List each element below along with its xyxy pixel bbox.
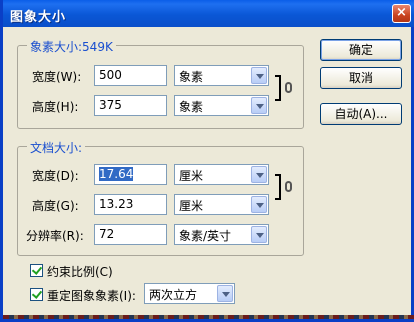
dropdown-arrow-icon bbox=[251, 97, 267, 114]
pixel-width-unit: 象素 bbox=[179, 70, 204, 84]
close-icon[interactable]: × bbox=[392, 4, 411, 23]
image-size-dialog: 图象大小 × 象素大小:549K 宽度(W): 500 象素 高度(H): 37… bbox=[0, 0, 414, 322]
resample-image-checkbox[interactable] bbox=[30, 288, 43, 301]
dropdown-arrow-icon bbox=[251, 226, 267, 243]
doc-width-unit: 厘米 bbox=[179, 169, 204, 183]
resolution-label: 分辨率(R): bbox=[26, 229, 84, 243]
pixel-width-input[interactable]: 500 bbox=[94, 65, 167, 86]
link-chain-icon bbox=[285, 82, 292, 93]
doc-width-value: 17.64 bbox=[99, 167, 134, 181]
link-chain-icon bbox=[285, 181, 292, 192]
doc-width-input[interactable]: 17.64 bbox=[94, 164, 167, 185]
doc-height-value: 13.23 bbox=[99, 197, 134, 211]
resolution-unit-select[interactable]: 象素/英寸 bbox=[174, 224, 269, 245]
resolution-input[interactable]: 72 bbox=[94, 224, 167, 245]
doc-height-unit: 厘米 bbox=[179, 199, 204, 213]
resample-image-label[interactable]: 重定图象象素(I): bbox=[47, 287, 136, 304]
doc-constrain-bracket bbox=[275, 174, 281, 200]
pixel-height-input[interactable]: 375 bbox=[94, 95, 167, 116]
doc-height-input[interactable]: 13.23 bbox=[94, 194, 167, 215]
pixel-dimensions-legend: 象素大小:549K bbox=[27, 38, 116, 55]
pixel-width-unit-select[interactable]: 象素 bbox=[174, 65, 269, 86]
doc-width-label: 宽度(D): bbox=[32, 169, 79, 183]
resolution-value: 72 bbox=[99, 227, 115, 241]
resolution-unit: 象素/英寸 bbox=[179, 229, 232, 243]
pixel-dimensions-group: 象素大小:549K bbox=[17, 38, 304, 129]
constrain-proportions-label[interactable]: 约束比例(C) bbox=[47, 263, 113, 280]
title-bar[interactable]: 图象大小 × bbox=[3, 0, 414, 27]
pixel-height-unit-select[interactable]: 象素 bbox=[174, 95, 269, 116]
dropdown-arrow-icon bbox=[251, 67, 267, 84]
pixel-width-value: 500 bbox=[99, 68, 122, 82]
cancel-button[interactable]: 取消 bbox=[320, 67, 402, 89]
pixel-height-unit: 象素 bbox=[179, 100, 204, 114]
resample-method-value: 两次立方 bbox=[149, 288, 198, 302]
pixel-width-label: 宽度(W): bbox=[32, 70, 82, 84]
doc-height-label: 高度(G): bbox=[32, 199, 79, 213]
resample-method-select[interactable]: 两次立方 bbox=[144, 283, 235, 304]
dropdown-arrow-icon bbox=[217, 285, 233, 302]
doc-height-unit-select[interactable]: 厘米 bbox=[174, 194, 269, 215]
background-photo-edge bbox=[3, 315, 414, 319]
pixel-height-label: 高度(H): bbox=[32, 100, 79, 114]
window-title: 图象大小 bbox=[10, 10, 67, 25]
pixel-height-value: 375 bbox=[99, 98, 122, 112]
constrain-proportions-checkbox[interactable] bbox=[30, 264, 43, 277]
pixel-constrain-bracket bbox=[275, 75, 281, 101]
dropdown-arrow-icon bbox=[251, 196, 267, 213]
doc-width-unit-select[interactable]: 厘米 bbox=[174, 164, 269, 185]
ok-button[interactable]: 确定 bbox=[320, 39, 402, 61]
auto-button[interactable]: 自动(A)... bbox=[320, 103, 402, 125]
document-size-legend: 文档大小: bbox=[27, 139, 86, 156]
dropdown-arrow-icon bbox=[251, 166, 267, 183]
